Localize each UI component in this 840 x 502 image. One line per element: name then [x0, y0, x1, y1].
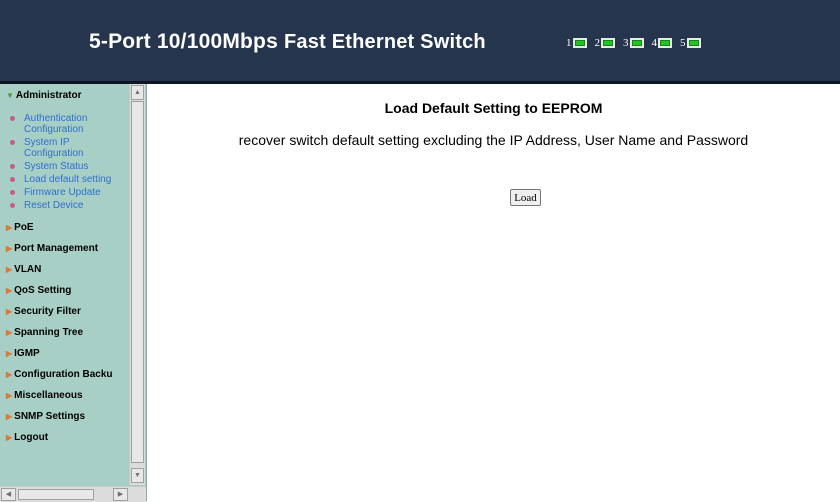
port-led-icon — [572, 38, 587, 48]
port-led-icon — [658, 38, 672, 48]
collapsed-arrow-icon: ▶ — [6, 223, 13, 232]
menu-section-label: Logout — [14, 432, 49, 443]
device-title-sub: Fast Ethernet Switch — [284, 31, 486, 53]
port-led-icon — [686, 38, 701, 48]
menu-item-label: Load default setting — [24, 174, 112, 185]
menu-section-snmp-settings[interactable]: ▶ SNMP Settings — [6, 406, 146, 427]
menu-item-label: System IP Configuration — [24, 137, 84, 159]
menu-section-label: Miscellaneous — [14, 390, 83, 401]
menu-section-qos-setting[interactable]: ▶ QoS Setting — [6, 280, 146, 301]
collapsed-arrow-icon: ▶ — [6, 307, 13, 316]
sidebar-vertical-scrollbar[interactable]: ▲ ▼ — [129, 84, 145, 485]
menu-section-spanning-tree[interactable]: ▶ Spanning Tree — [6, 322, 146, 343]
scroll-down-icon[interactable]: ▼ — [131, 468, 144, 483]
collapsed-arrow-icon: ▶ — [6, 391, 13, 400]
port-1: 1 — [566, 37, 587, 49]
bullet-icon — [10, 203, 15, 208]
menu-item-system-ip-configuration[interactable]: System IP Configuration — [6, 137, 146, 159]
sidebar-menu: ▼ Administrator Authentication Configura… — [0, 84, 147, 501]
collapsed-arrow-icon: ▶ — [6, 244, 13, 253]
menu-section-label: SNMP Settings — [14, 411, 86, 422]
bullet-icon — [10, 116, 15, 121]
menu-item-label: Firmware Update — [24, 187, 101, 198]
menu-section-miscellaneous[interactable]: ▶ Miscellaneous — [6, 385, 146, 406]
device-title-main: 5-Port 10/100Mbps — [89, 30, 278, 53]
load-button[interactable]: Load — [510, 189, 541, 206]
scroll-left-icon[interactable]: ◀ — [1, 488, 16, 501]
collapsed-arrow-icon: ▶ — [6, 370, 13, 379]
menu-section-label: Spanning Tree — [14, 327, 84, 338]
menu-item-reset-device[interactable]: Reset Device — [6, 200, 146, 211]
page-description: recover switch default setting excluding… — [238, 132, 749, 148]
port-number: 3 — [623, 37, 629, 49]
menu-section-label: IGMP — [14, 348, 40, 359]
menu-section-label: QoS Setting — [14, 285, 72, 296]
menu-section-security-filter[interactable]: ▶ Security Filter — [6, 301, 146, 322]
port-4: 4 — [651, 37, 672, 49]
port-led-icon — [601, 38, 615, 48]
menu-section-igmp[interactable]: ▶ IGMP — [6, 343, 146, 364]
menu-section-vlan[interactable]: ▶ VLAN — [6, 259, 146, 280]
menu-section-administrator[interactable]: ▼ Administrator — [6, 90, 146, 101]
bullet-icon — [10, 164, 15, 169]
menu-section-port-management[interactable]: ▶ Port Management — [6, 238, 146, 259]
vertical-scroll-thumb[interactable] — [131, 101, 144, 463]
menu-section-label: VLAN — [14, 264, 42, 275]
menu-item-label: Reset Device — [24, 200, 84, 211]
scroll-up-icon[interactable]: ▲ — [131, 85, 144, 100]
page-title: Load Default Setting to EEPROM — [384, 100, 603, 116]
expanded-arrow-icon: ▼ — [6, 91, 14, 100]
scroll-right-icon[interactable]: ▶ — [113, 488, 128, 501]
menu-section-label: Configuration Backu — [14, 369, 113, 380]
port-number: 2 — [594, 37, 601, 49]
menu-section-label: PoE — [14, 222, 34, 233]
bullet-icon — [10, 177, 15, 182]
menu-section-logout[interactable]: ▶ Logout — [6, 427, 146, 448]
menu-item-system-status[interactable]: System Status — [6, 161, 146, 172]
menu-section-label: Port Management — [14, 243, 99, 254]
menu-item-firmware-update[interactable]: Firmware Update — [6, 187, 146, 198]
collapsed-arrow-icon: ▶ — [6, 349, 13, 358]
collapsed-arrow-icon: ▶ — [6, 412, 13, 421]
port-status-panel: 1 2 3 4 5 — [566, 37, 701, 49]
bullet-icon — [10, 140, 15, 145]
menu-section-label: Administrator — [15, 90, 82, 101]
device-title: 5-Port 10/100Mbps Fast Ethernet Switch — [89, 30, 486, 54]
port-2: 2 — [594, 37, 615, 49]
menu-item-label: System Status — [24, 161, 89, 172]
port-number: 4 — [651, 37, 658, 49]
collapsed-arrow-icon: ▶ — [6, 433, 13, 442]
bullet-icon — [10, 190, 15, 195]
menu-section-configuration-backup[interactable]: ▶ Configuration Backu — [6, 364, 146, 385]
collapsed-arrow-icon: ▶ — [6, 328, 13, 337]
port-5: 5 — [680, 37, 701, 49]
menu-section-poe[interactable]: ▶ PoE — [6, 217, 146, 238]
menu-item-label: Authentication Configuration — [24, 113, 88, 135]
port-led-icon — [629, 38, 644, 48]
port-number: 5 — [680, 37, 686, 49]
port-3: 3 — [623, 37, 644, 49]
sidebar-horizontal-scrollbar[interactable]: ◀ ▶ — [0, 486, 146, 502]
collapsed-arrow-icon: ▶ — [6, 265, 13, 274]
menu-item-authentication-configuration[interactable]: Authentication Configuration — [6, 113, 146, 135]
menu-item-load-default-setting[interactable]: Load default setting — [6, 174, 146, 185]
menu-section-label: Security Filter — [14, 306, 81, 317]
horizontal-scroll-thumb[interactable] — [18, 489, 94, 500]
header-banner: 5-Port 10/100Mbps Fast Ethernet Switch 1… — [0, 0, 840, 84]
port-number: 1 — [566, 37, 572, 49]
collapsed-arrow-icon: ▶ — [6, 286, 13, 295]
